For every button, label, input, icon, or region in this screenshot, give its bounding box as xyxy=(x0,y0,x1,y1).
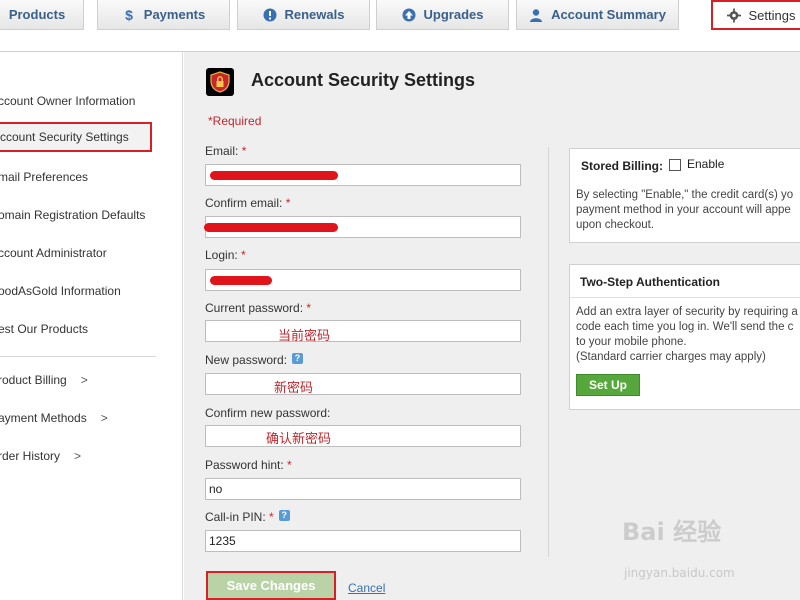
sidebar-item-domain-defaults[interactable]: omain Registration Defaults xyxy=(0,201,178,229)
sidebar-item-label: est Our Products xyxy=(0,322,89,336)
login-label: Login: * xyxy=(205,248,246,262)
stored-billing-enable-checkbox[interactable] xyxy=(669,159,681,171)
tab-upgrades[interactable]: Upgrades xyxy=(376,0,509,30)
current-password-field[interactable] xyxy=(205,320,521,342)
tab-payments-label: Payments xyxy=(143,7,206,22)
stored-billing-description-line: payment method in your account will appe xyxy=(576,204,791,216)
confirm-new-password-label: Confirm new password: xyxy=(205,406,331,420)
sidebar-item-email-preferences[interactable]: mail Preferences xyxy=(0,163,158,191)
chevron-right-icon: > xyxy=(80,373,88,387)
stored-billing-title: Stored Billing: xyxy=(581,159,663,173)
sidebar-item-label: rder History xyxy=(0,449,61,463)
tab-products-label: Products xyxy=(8,7,66,22)
tab-renewals-label: Renewals xyxy=(284,7,345,22)
svg-text:$: $ xyxy=(125,8,133,22)
sidebar-item-label: roduct Billing xyxy=(0,373,67,387)
two-step-description-line: code each time you log in. We'll send th… xyxy=(576,321,794,333)
two-step-title: Two-Step Authentication xyxy=(580,275,720,289)
confirm-email-field[interactable] xyxy=(204,216,521,238)
sidebar-item-account-security[interactable]: ccount Security Settings xyxy=(0,122,152,152)
sidebar-item-label: omain Registration Defaults xyxy=(0,208,146,222)
sidebar-item-account-owner[interactable]: ccount Owner Information xyxy=(0,87,158,115)
confirm-new-password-annotation: 确认新密码 xyxy=(266,432,332,447)
sidebar-item-goodasgold[interactable]: oodAsGold Information xyxy=(0,277,158,305)
help-icon[interactable]: ? xyxy=(278,510,290,521)
chevron-right-icon: > xyxy=(100,411,108,425)
arrow-up-icon xyxy=(402,8,416,22)
sidebar-item-test-products[interactable]: est Our Products xyxy=(0,315,158,343)
sidebar-item-label: ccount Administrator xyxy=(0,246,107,260)
required-note: *Required xyxy=(208,114,262,128)
stored-billing-description-line: By selecting "Enable," the credit card(s… xyxy=(576,189,794,201)
sidebar-item-account-administrator[interactable]: ccount Administrator xyxy=(0,239,158,267)
sidebar-item-product-billing[interactable]: roduct Billing > xyxy=(0,366,158,394)
page-title: Account Security Settings xyxy=(251,70,476,90)
login-field[interactable] xyxy=(205,269,521,291)
dollar-icon: $ xyxy=(122,8,136,22)
setup-two-step-button[interactable]: Set Up xyxy=(576,374,640,396)
password-hint-field[interactable]: no xyxy=(205,478,521,500)
new-password-field[interactable] xyxy=(205,373,521,395)
sidebar-item-label: ccount Security Settings xyxy=(0,130,129,144)
two-step-description-line: to your mobile phone. xyxy=(576,336,687,348)
alert-icon xyxy=(263,8,277,22)
user-icon xyxy=(529,8,543,22)
redaction-mark xyxy=(210,276,272,285)
confirm-email-label: Confirm email: * xyxy=(205,196,291,210)
two-step-box: Two-Step Authentication Add an extra lay… xyxy=(569,264,800,410)
redaction-mark xyxy=(204,223,338,232)
help-icon[interactable]: ? xyxy=(292,353,304,364)
column-divider xyxy=(548,147,549,557)
sidebar-item-label: ccount Owner Information xyxy=(0,94,136,108)
tab-renewals[interactable]: Renewals xyxy=(237,0,370,30)
sidebar-item-label: oodAsGold Information xyxy=(0,284,121,298)
current-password-annotation: 当前密码 xyxy=(278,329,331,344)
callin-pin-label: Call-in PIN: *? xyxy=(205,510,290,524)
tab-account-summary-label: Account Summary xyxy=(551,7,666,22)
shield-lock-icon xyxy=(206,68,234,96)
new-password-label: New password:? xyxy=(205,353,304,367)
watermark-url: jingyan.baidu.com xyxy=(624,566,735,580)
save-changes-button[interactable]: Save Changes xyxy=(206,571,336,600)
tab-account-summary[interactable]: Account Summary xyxy=(516,0,679,30)
callin-pin-field[interactable]: 1235 xyxy=(205,530,521,552)
two-step-divider xyxy=(570,297,800,298)
chevron-right-icon: > xyxy=(74,449,82,463)
password-hint-value: no xyxy=(209,482,223,496)
tab-settings[interactable]: Settings xyxy=(711,0,800,30)
sidebar-divider xyxy=(0,356,156,357)
callin-pin-value: 1235 xyxy=(209,534,236,548)
stored-billing-box: Stored Billing: Enable By selecting "Ena… xyxy=(569,148,800,243)
stored-billing-enable-label: Enable xyxy=(687,157,725,171)
sidebar-item-label: mail Preferences xyxy=(0,170,89,184)
tab-products[interactable]: Products xyxy=(0,0,84,30)
redaction-mark xyxy=(210,171,338,180)
sidebar-item-label: ayment Methods xyxy=(0,411,87,425)
top-navigation: Products $ Payments Renewals Upgrades Ac… xyxy=(0,0,800,52)
two-step-description-line: Add an extra layer of security by requir… xyxy=(576,306,798,318)
cancel-link[interactable]: Cancel xyxy=(348,581,385,595)
sidebar-item-order-history[interactable]: rder History > xyxy=(0,442,158,470)
sidebar: ccount Owner Information ccount Security… xyxy=(0,52,183,600)
two-step-description-line: (Standard carrier charges may apply) xyxy=(576,351,766,363)
tab-upgrades-label: Upgrades xyxy=(423,7,484,22)
tab-payments[interactable]: $ Payments xyxy=(97,0,230,30)
confirm-new-password-field[interactable] xyxy=(205,425,521,447)
email-label: Email: * xyxy=(205,144,247,158)
gear-icon xyxy=(726,8,741,22)
email-field[interactable] xyxy=(205,164,521,186)
stored-billing-description-line: upon checkout. xyxy=(576,219,655,231)
sidebar-item-payment-methods[interactable]: ayment Methods > xyxy=(0,404,158,432)
password-hint-label: Password hint: * xyxy=(205,458,292,472)
tab-settings-label: Settings xyxy=(748,7,796,23)
new-password-annotation: 新密码 xyxy=(274,381,314,396)
current-password-label: Current password: * xyxy=(205,301,312,315)
watermark-logo: Bai 经验 xyxy=(622,518,722,546)
